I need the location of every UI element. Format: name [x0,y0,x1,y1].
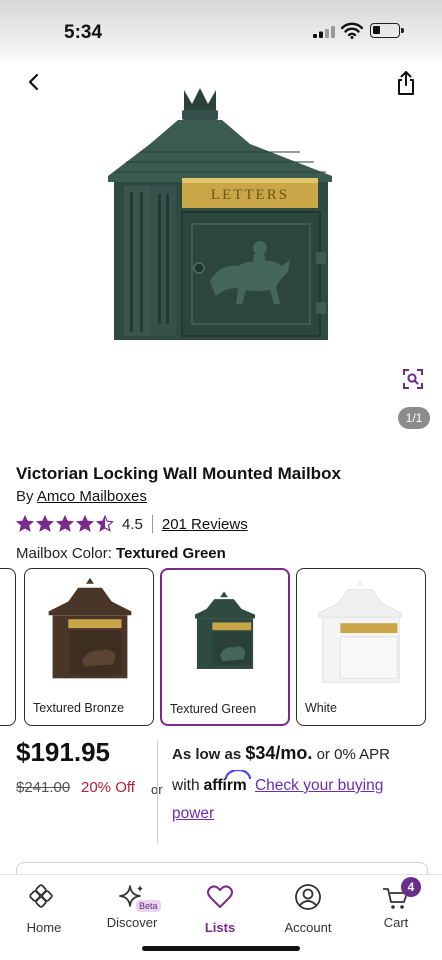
swatch-label: White [305,701,337,715]
product-title: Victorian Locking Wall Mounted Mailbox [16,464,341,483]
brand-link[interactable]: Amco Mailboxes [37,488,147,505]
tab-home[interactable]: Home [4,883,84,935]
tab-label: Home [26,920,62,935]
original-price: $241.00 [16,779,71,796]
discover-icon-wrap: Beta [117,883,161,912]
back-chevron-icon[interactable] [22,70,46,94]
star-icon [16,515,34,532]
brand-prefix: By [16,488,34,505]
swatch-thumbnail [194,591,256,669]
color-label-text: Mailbox Color: [16,545,112,562]
product-image[interactable]: LETTERS [100,82,340,344]
home-indicator [142,946,300,951]
affirm-logo: affirm [204,770,251,794]
svg-text:LETTERS: LETTERS [211,187,289,203]
tab-lists[interactable]: Lists [180,883,260,935]
affirm-arc-icon [224,770,251,780]
reviews-link[interactable]: 201 Reviews [162,516,248,533]
wifi-icon [341,22,363,39]
battery-icon [370,23,404,38]
mailbox-roof [48,587,132,616]
swatch-partial-previous[interactable] [0,568,16,726]
swatch-thumbnail [318,579,402,683]
image-counter: 1/1 [398,407,430,429]
swatch-label: Textured Green [170,702,257,716]
financing-provider: with affirm Check your buying power [172,770,428,828]
star-icon [76,515,94,532]
beta-badge: Beta [136,900,161,912]
cart-count-badge: 4 [401,877,421,897]
share-icon[interactable] [394,70,418,96]
account-icon [295,884,321,910]
tab-discover[interactable]: Beta Discover [92,883,172,930]
rating-row: 4.5 201 Reviews [16,514,248,534]
swatch-white[interactable]: White [296,568,426,726]
discount-badge: 20% Off [81,779,135,796]
status-bar: 5:34 [0,0,442,62]
tab-account[interactable]: Account [268,883,348,935]
swatch-label: Textured Bronze [33,701,125,715]
tab-label: Account [284,920,332,935]
apr-text: or 0% APR [316,746,390,763]
status-time: 5:34 [64,22,103,43]
visual-search-icon[interactable] [402,368,424,390]
tab-label: Discover [106,915,158,930]
swatch-thumbnail [48,577,132,679]
tab-label: Cart [383,915,409,930]
monthly-amount: $34/mo. [245,743,313,763]
heart-icon [207,885,233,908]
tab-label: Lists [204,920,236,935]
mailbox-roof [318,589,402,618]
as-low-as-label: As low as [172,746,242,763]
swatch-textured-bronze[interactable]: Textured Bronze [24,568,154,726]
star-rating [16,515,114,533]
brand-line: By Amco Mailboxes [16,488,147,505]
price-divider [157,740,158,844]
color-option-label: Mailbox Color: Textured Green [16,545,226,562]
star-icon [36,515,54,532]
with-text: with [172,777,200,794]
mailbox-roof [194,599,256,619]
rating-value: 4.5 [122,515,143,533]
cellular-signal-icon [313,26,335,38]
star-icon [56,515,74,532]
tab-cart[interactable]: 4 Cart [356,877,436,930]
swatch-textured-green[interactable]: Textured Green [160,568,290,726]
sale-price: $191.95 [16,737,110,767]
financing-summary: As low as $34/mo. or 0% APR [172,743,390,764]
star-icon [96,515,114,532]
selected-color: Textured Green [116,545,226,562]
rating-divider [151,515,153,533]
cart-icon-wrap: 4 [381,877,421,911]
home-icon [29,884,53,908]
